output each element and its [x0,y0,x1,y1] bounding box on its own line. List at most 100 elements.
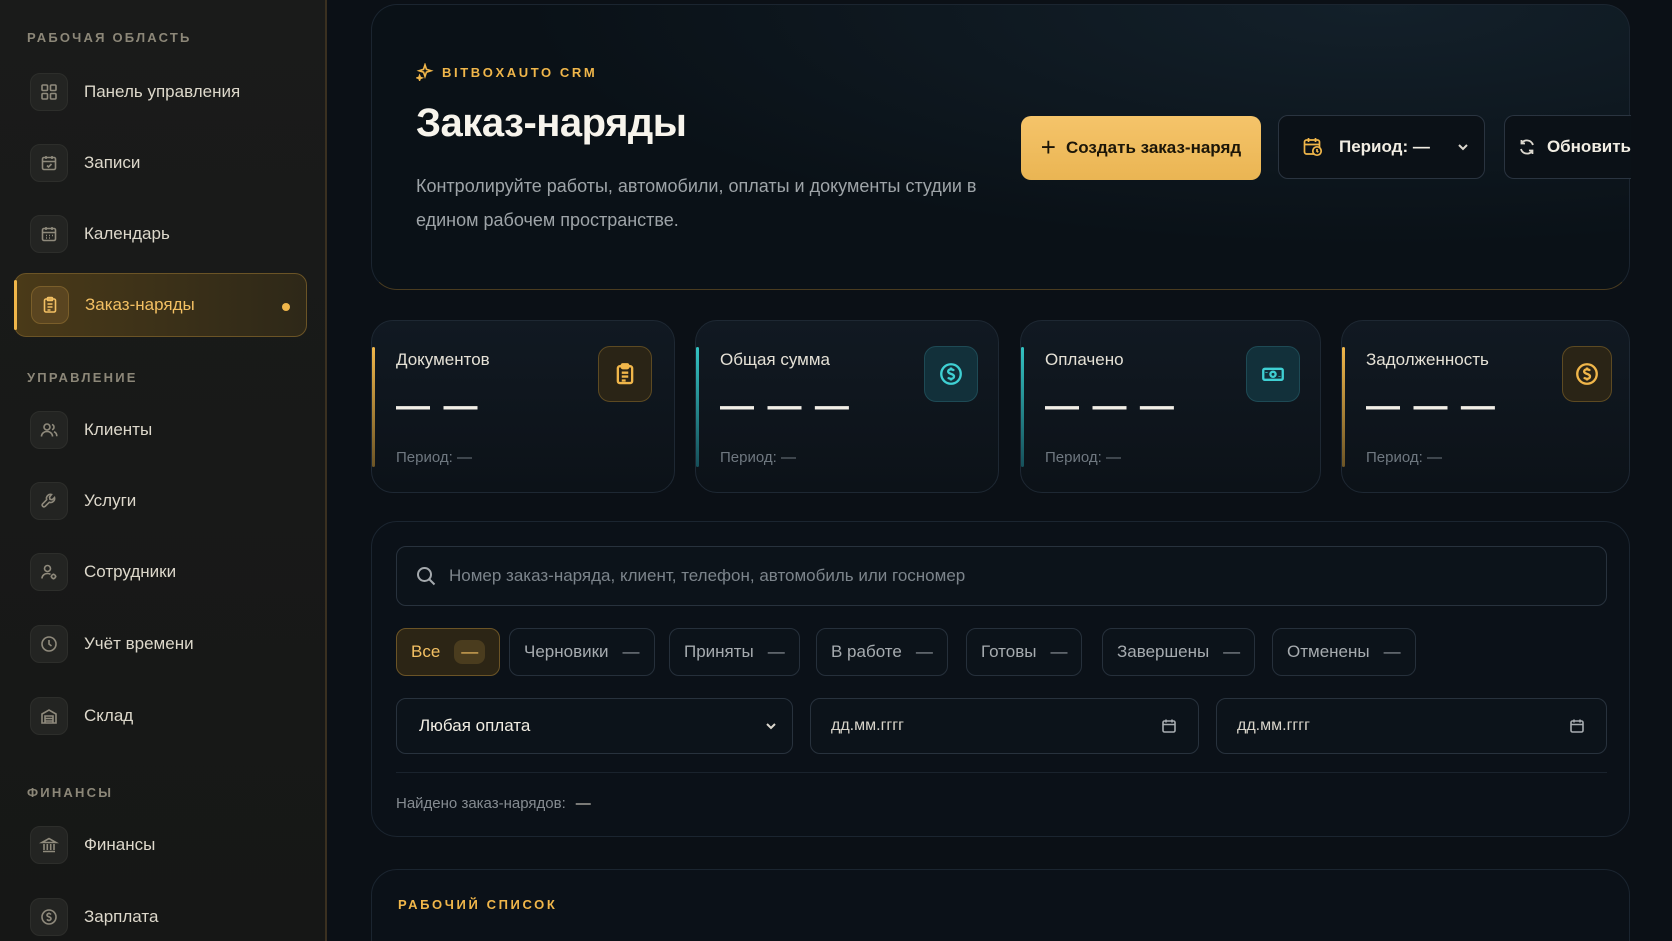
filter-chip-ready[interactable]: Готовы — [966,628,1083,676]
sidebar-item-label: Склад [84,706,134,725]
period-dropdown[interactable]: Период: — [1278,115,1485,179]
sidebar-item-work-orders[interactable]: Заказ-наряды [14,273,307,337]
app-root: РАБОЧАЯ ОБЛАСТЬ Панель управления Записи… [0,0,1672,941]
sidebar-item-label: Панель управления [84,82,241,101]
results-count-value: — [575,795,591,812]
clipboard-icon [31,286,69,324]
refresh-button[interactable]: Обновить [1504,115,1631,179]
chip-count: — [1383,642,1401,661]
refresh-icon [1520,139,1534,155]
sidebar-item-label: Зарплата [84,907,159,926]
sidebar-item-warehouse[interactable]: Склад [14,684,307,748]
stat-note: Период: — [720,449,796,466]
page-subtitle: Контролируйте работы, автомобили, оплаты… [416,176,977,230]
stat-label: Документов [396,350,490,369]
banknote-icon [1246,346,1300,402]
work-list-title: РАБОЧИЙ СПИСОК [398,897,558,912]
date-to-value: дд.мм.гггг [1237,717,1310,734]
warehouse-icon [30,697,68,735]
filter-chip-completed[interactable]: Завершены — [1102,628,1256,676]
stat-note: Период: — [396,449,472,466]
calendar-icon[interactable] [1568,717,1586,735]
sidebar-item-employees[interactable]: Сотрудники [14,540,307,604]
sidebar-item-label: Календарь [84,224,170,243]
page-title: Заказ-наряды [416,101,687,145]
results-count-label: Найдено заказ-нарядов: [396,795,566,812]
divider [396,772,1607,773]
clock-icon [30,625,68,663]
stat-card-total-amount: Общая сумма — — — Период: — [695,320,999,493]
chip-count: — [622,642,640,661]
create-work-order-button[interactable]: + Создать заказ-наряд [1021,116,1261,180]
user-gear-icon [30,553,68,591]
chip-count: — [1050,642,1068,661]
sidebar-section-management: УПРАВЛЕНИЕ [27,370,138,385]
chip-label: Готовы [981,642,1037,661]
sidebar-item-salary[interactable]: Зарплата [14,885,307,941]
chip-count: — [915,642,933,661]
chevron-down-icon [766,723,776,730]
stat-accent-bar [372,347,375,467]
stat-card-documents: Документов — — Период: — [371,320,675,493]
sidebar-item-label: Сотрудники [84,562,177,581]
stat-value: — — — [720,387,851,425]
stat-note: Период: — [1045,449,1121,466]
calendar-clock-icon [1303,138,1323,157]
sidebar-item-label: Записи [84,153,141,172]
plus-icon: + [1040,131,1056,162]
stat-label: Оплачено [1045,350,1124,369]
sidebar-item-label: Заказ-наряды [85,295,195,314]
create-work-order-label: Создать заказ-наряд [1065,138,1242,157]
dollar-circle-icon [1562,346,1612,402]
stat-accent-bar [1342,347,1345,467]
wrench-icon [30,482,68,520]
stat-value: — — — [1366,387,1497,425]
chip-count: — [1223,642,1241,661]
date-from-input[interactable]: дд.мм.гггг [810,698,1199,754]
chip-label: В работе [831,642,902,661]
chip-label: Завершены [1117,642,1210,661]
sidebar-item-time-tracking[interactable]: Учёт времени [14,612,307,676]
sidebar-item-appointments[interactable]: Записи [14,131,307,195]
calendar-icon[interactable] [1160,717,1178,735]
sidebar-section-workspace: РАБОЧАЯ ОБЛАСТЬ [27,30,192,45]
search-input[interactable] [449,566,1549,586]
stat-card-debt: Задолженность — — — Период: — [1341,320,1630,493]
payment-status-select[interactable]: Любая оплата [396,698,793,754]
filter-chip-accepted[interactable]: Приняты — [669,628,800,676]
stat-label: Задолженность [1366,350,1489,369]
sidebar-item-label: Финансы [84,835,156,854]
filters-panel: Все — Черновики — Приняты — В работе — Г… [371,521,1630,837]
brand: BITBOXAUTO CRM [416,63,597,81]
sparkle-icon [416,63,434,81]
chevron-down-icon [1458,144,1468,151]
sidebar-item-calendar[interactable]: Календарь [14,202,307,266]
sidebar-item-label: Учёт времени [84,634,194,653]
search-box[interactable] [396,546,1607,606]
filter-chip-all[interactable]: Все — [396,628,501,676]
search-icon [417,567,436,586]
users-icon [30,411,68,449]
chip-label: Черновики [524,642,609,661]
stat-value: — — [396,387,480,425]
sidebar-item-finance[interactable]: Финансы [14,813,307,877]
sidebar-item-clients[interactable]: Клиенты [14,398,307,462]
brand-name: BITBOXAUTO CRM [442,64,598,80]
sidebar-item-dashboard[interactable]: Панель управления [14,60,307,124]
chip-label: Все [411,642,441,661]
active-indicator-dot [282,303,290,311]
coin-icon [30,898,68,936]
sidebar: РАБОЧАЯ ОБЛАСТЬ Панель управления Записи… [0,0,327,941]
date-to-input[interactable]: дд.мм.гггг [1216,698,1607,754]
sidebar-item-label: Услуги [84,491,137,510]
sidebar-item-services[interactable]: Услуги [14,469,307,533]
filter-chip-drafts[interactable]: Черновики — [509,628,655,676]
filter-chip-in-progress[interactable]: В работе — [816,628,948,676]
stat-card-paid: Оплачено — — — Период: — [1020,320,1321,493]
work-list-panel: РАБОЧИЙ СПИСОК [371,869,1630,941]
filter-chip-cancelled[interactable]: Отменены — [1272,628,1416,676]
calendar-check-icon [30,144,68,182]
chip-label: Приняты [684,642,754,661]
date-from-value: дд.мм.гггг [831,717,904,734]
page-header: BITBOXAUTO CRM Заказ-наряды Контролируйт… [371,4,1631,290]
